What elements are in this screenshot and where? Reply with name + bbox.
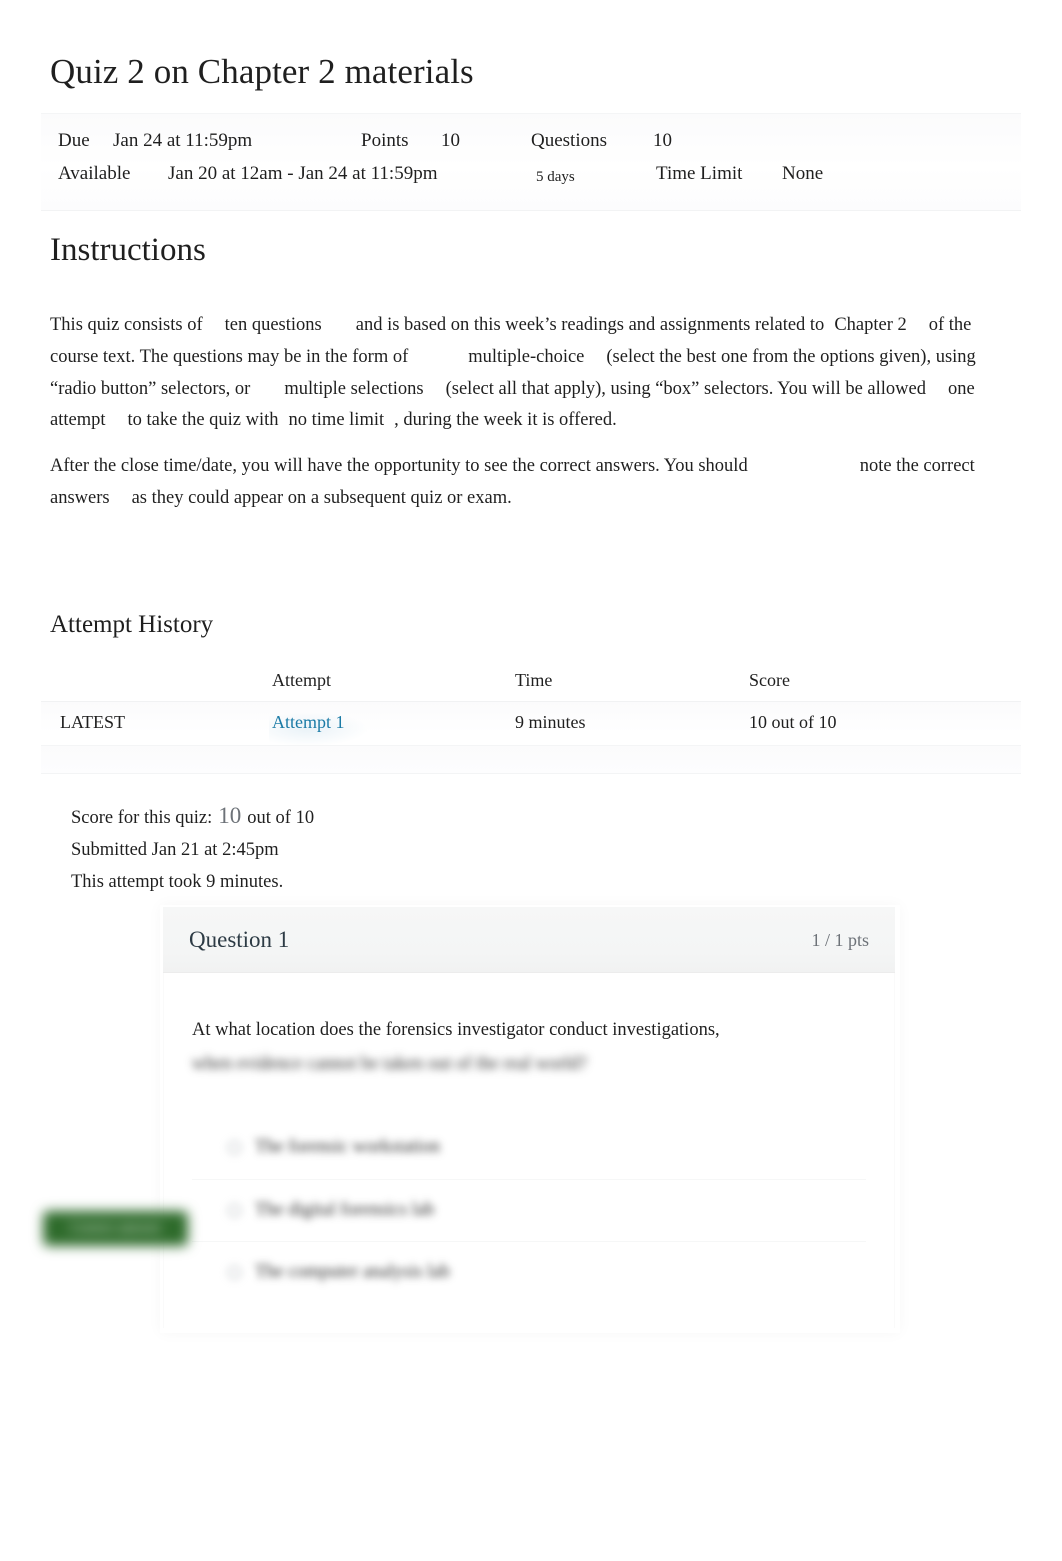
instructions-paragraph-2: After the close time/date, you will have…: [50, 451, 1000, 515]
instr-p1-m: , during the week it is offered.: [394, 410, 617, 431]
radio-button-icon[interactable]: [228, 1204, 241, 1217]
question-points: 1 / 1 pts: [811, 930, 869, 950]
page-title: Quiz 2 on Chapter 2 materials: [50, 52, 474, 91]
score-out-of: out of 10: [247, 808, 315, 828]
points-label: Points: [361, 130, 409, 151]
instr-p1-f: multiple-choice: [468, 346, 585, 367]
instr-p1-b: ten questions: [224, 315, 322, 335]
answer-option-inner[interactable]: The forensic workstation: [228, 1137, 440, 1158]
instructions-heading: Instructions: [50, 232, 206, 268]
answer-option-row[interactable]: The digital forensics lab: [192, 1179, 866, 1241]
submitted-line: Submitted Jan 21 at 2:45pm: [71, 840, 279, 860]
correct-answer-badge: Correct answer: [43, 1211, 188, 1246]
answer-option-label: The forensic workstation: [255, 1137, 440, 1157]
row-time-value: 9 minutes: [515, 712, 586, 732]
answer-option-inner[interactable]: The computer analysis lab: [228, 1262, 450, 1283]
answer-option-label: The digital forensics lab: [255, 1200, 435, 1220]
instr-p1-h: multiple selections: [284, 378, 424, 399]
radio-button-icon[interactable]: [228, 1141, 241, 1154]
due-value: Jan 24 at 11:59pm: [113, 130, 253, 151]
question-title: Question 1: [189, 927, 290, 952]
points-value: 10: [441, 130, 460, 151]
column-header-time: Time: [515, 670, 553, 690]
attempt-1-link[interactable]: Attempt 1: [272, 712, 345, 732]
question-text-line-1: At what location does the forensics inve…: [192, 1020, 720, 1040]
question-card-body: At what location does the forensics inve…: [163, 973, 895, 1328]
quiz-metadata-block: Due Jan 24 at 11:59pm Points 10 Question…: [41, 113, 1021, 211]
attempt-duration-line: This attempt took 9 minutes.: [71, 872, 284, 892]
table-footer-spacer: [41, 746, 1021, 774]
answer-option-label: The computer analysis lab: [255, 1262, 450, 1282]
attempt-history-heading: Attempt History: [50, 611, 214, 638]
time-limit-label: Time Limit: [656, 163, 743, 184]
questions-label: Questions: [531, 130, 607, 151]
instructions-body: This quiz consists of ten questions and is…: [50, 310, 1000, 529]
attempt-history-table: Attempt Time Score LATEST Attempt 1 9 mi…: [41, 663, 1021, 774]
table-header-row: Attempt Time Score: [41, 663, 1021, 702]
answer-option-inner[interactable]: The digital forensics lab: [228, 1200, 434, 1221]
column-header-score: Score: [749, 670, 790, 690]
time-limit-value: None: [782, 163, 824, 184]
available-label: Available: [58, 163, 131, 184]
quiz-metadata-row-2: Available Jan 20 at 12am - Jan 24 at 11:…: [41, 163, 1021, 196]
score-label: Score for this quiz:: [71, 808, 213, 828]
instr-p1-l: no time limit: [288, 410, 385, 431]
instr-p1-a: This quiz consists of: [50, 315, 203, 335]
available-value: Jan 20 at 12am - Jan 24 at 11:59pm: [168, 163, 438, 184]
row-kept-label: LATEST: [60, 712, 125, 732]
score-summary: Score for this quiz: 10 out of 10 Submitte…: [71, 800, 314, 898]
table-row: LATEST Attempt 1 9 minutes 10 out of 10: [41, 702, 1021, 746]
score-value: 10: [218, 803, 242, 828]
quiz-results-page: Quiz 2 on Chapter 2 materials Due Jan 24…: [0, 0, 1062, 1561]
quiz-metadata-row-1: Due Jan 24 at 11:59pm Points 10 Question…: [41, 130, 1021, 163]
instr-p1-i: (select all that apply), using “box” sel…: [445, 378, 926, 399]
question-text-line-2: when evidence cannot be taken out of the…: [192, 1054, 588, 1074]
question-card: Question 1 1 / 1 pts At what location do…: [163, 907, 895, 1328]
radio-button-icon[interactable]: [228, 1266, 241, 1279]
score-line: Score for this quiz: 10 out of 10: [71, 800, 314, 834]
instr-p1-k: to take the quiz with: [127, 410, 279, 431]
instructions-paragraph-1: This quiz consists of ten questions and is…: [50, 310, 1000, 437]
duration-value: 5 days: [536, 169, 575, 185]
instr-p1-d: Chapter 2: [834, 315, 907, 335]
instr-p2-c: as they could appear on a subsequent qui…: [131, 487, 512, 508]
row-score-value: 10 out of 10: [749, 712, 837, 732]
column-header-attempt: Attempt: [272, 670, 331, 690]
answer-option-row[interactable]: The computer analysis lab: [192, 1241, 866, 1303]
instr-p2-a: After the close time/date, you will have…: [50, 456, 748, 477]
question-card-header: Question 1 1 / 1 pts: [163, 907, 895, 973]
attempt-link-cell[interactable]: Attempt 1: [272, 712, 345, 733]
answer-options-list: The forensic workstation The digital for…: [192, 1117, 866, 1303]
instr-p1-c: and is based on this week’s readings and…: [355, 315, 825, 335]
answer-option-row[interactable]: The forensic workstation: [192, 1117, 866, 1179]
due-label: Due: [58, 130, 90, 151]
questions-value: 10: [653, 130, 672, 151]
